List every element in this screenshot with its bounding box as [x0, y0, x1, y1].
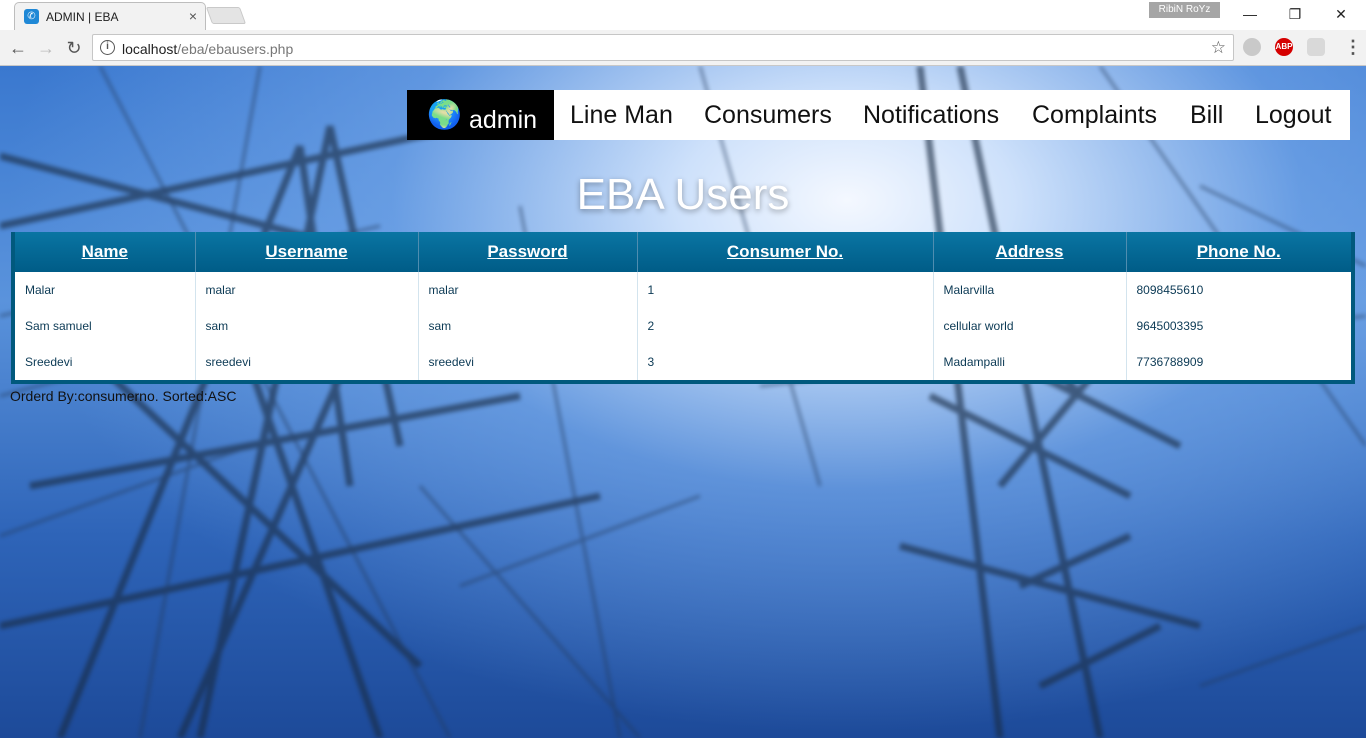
cell-password: sreedevi [417, 344, 637, 380]
header-phone-no[interactable]: Phone No. [1125, 232, 1351, 272]
nav-bill[interactable]: Bill [1190, 101, 1223, 130]
cell-address: cellular world [932, 308, 1126, 344]
page-title: EBA Users [576, 170, 790, 219]
table-header-row: Name Username Password Consumer No. Addr… [15, 232, 1351, 272]
minimize-icon[interactable]: — [1230, 2, 1270, 26]
bookmark-star-icon[interactable]: ☆ [1211, 38, 1226, 58]
users-table-container: Name Username Password Consumer No. Addr… [11, 232, 1355, 384]
cell-phone-no: 8098455610 [1125, 272, 1351, 308]
back-arrow-icon[interactable]: ← [6, 36, 30, 60]
cell-password: sam [417, 308, 637, 344]
cell-phone-no: 7736788909 [1125, 344, 1351, 380]
sort-link-consumer-no[interactable]: Consumer No. [727, 242, 843, 261]
reload-icon[interactable]: ↻ [62, 36, 86, 60]
cell-address: Madampalli [932, 344, 1126, 380]
nav-consumers[interactable]: Consumers [704, 101, 832, 130]
browser-menu-icon[interactable]: ⋮ [1344, 38, 1362, 58]
forward-arrow-icon[interactable]: → [34, 36, 58, 60]
browser-chrome: ✆ ADMIN | EBA × RibiN RoYz — ❐ ✕ ← → ↻ i… [0, 0, 1366, 66]
tab-title: ADMIN | EBA [46, 10, 119, 24]
cell-username: sam [194, 308, 418, 344]
sort-link-username[interactable]: Username [265, 242, 347, 261]
url-path: /eba/ebausers.php [177, 41, 294, 57]
cell-consumer-no: 3 [636, 344, 933, 380]
tab-strip: ✆ ADMIN | EBA × RibiN RoYz — ❐ ✕ [0, 0, 1366, 30]
table-row: Sreedevi sreedevi sreedevi 3 Madampalli … [15, 344, 1351, 380]
cell-username: malar [194, 272, 418, 308]
browser-toolbar: ← → ↻ i localhost/eba/ebausers.php ☆ ABP… [0, 30, 1366, 66]
favicon-icon: ✆ [24, 9, 39, 24]
header-name[interactable]: Name [15, 232, 195, 272]
cell-address: Malarvilla [932, 272, 1126, 308]
cell-name: Sam samuel [15, 308, 195, 344]
table-row: Malar malar malar 1 Malarvilla 809845561… [15, 272, 1351, 308]
cell-name: Malar [15, 272, 195, 308]
address-bar[interactable]: i localhost/eba/ebausers.php ☆ [92, 34, 1234, 61]
sort-link-phone-no[interactable]: Phone No. [1197, 242, 1281, 261]
nav-complaints[interactable]: Complaints [1032, 101, 1157, 130]
table-row: Sam samuel sam sam 2 cellular world 9645… [15, 308, 1351, 344]
restore-icon[interactable]: ❐ [1275, 2, 1315, 26]
globe-extension-icon[interactable] [1243, 38, 1261, 56]
window-close-icon[interactable]: ✕ [1321, 2, 1361, 26]
nav-notifications[interactable]: Notifications [863, 101, 999, 130]
top-navbar: 🌍 admin Line Man Consumers Notifications… [407, 90, 1350, 140]
sort-link-password[interactable]: Password [487, 242, 567, 261]
adblock-plus-icon[interactable]: ABP [1275, 38, 1293, 56]
header-username[interactable]: Username [194, 232, 418, 272]
header-consumer-no[interactable]: Consumer No. [636, 232, 933, 272]
cell-username: sreedevi [194, 344, 418, 380]
url-host: localhost [122, 41, 178, 57]
new-tab-button[interactable] [205, 7, 247, 24]
globe-icon: 🌍 [427, 99, 462, 130]
browser-tab[interactable]: ✆ ADMIN | EBA × [14, 2, 206, 30]
header-password[interactable]: Password [417, 232, 637, 272]
info-icon[interactable]: i [100, 40, 115, 55]
sort-link-name[interactable]: Name [82, 242, 128, 261]
shield-extension-icon[interactable] [1307, 38, 1325, 56]
cell-consumer-no: 1 [636, 272, 933, 308]
nav-logout[interactable]: Logout [1255, 101, 1331, 130]
nav-line-man[interactable]: Line Man [570, 101, 673, 130]
url-text[interactable]: localhost/eba/ebausers.php [122, 41, 293, 57]
sort-link-address[interactable]: Address [995, 242, 1063, 261]
header-address[interactable]: Address [932, 232, 1126, 272]
sort-status-text: Orderd By:consumerno. Sorted:ASC [10, 388, 237, 404]
users-table: Name Username Password Consumer No. Addr… [15, 232, 1351, 380]
profile-badge[interactable]: RibiN RoYz [1149, 2, 1220, 18]
brand-text: admin [469, 106, 538, 134]
page-content: 🌍 admin Line Man Consumers Notifications… [0, 66, 1366, 738]
cell-phone-no: 9645003395 [1125, 308, 1351, 344]
brand-logo[interactable]: 🌍 admin [407, 90, 554, 140]
cell-password: malar [417, 272, 637, 308]
tab-close-icon[interactable]: × [189, 8, 197, 24]
cell-name: Sreedevi [15, 344, 195, 380]
cell-consumer-no: 2 [636, 308, 933, 344]
